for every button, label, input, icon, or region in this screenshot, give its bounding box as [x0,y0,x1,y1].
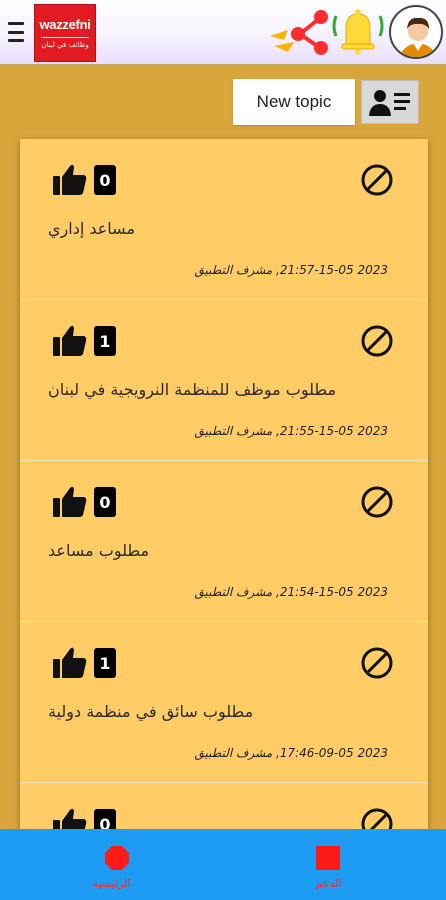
bottom-navigation: الرئيسية الدعم [0,829,446,900]
person-list-icon [369,90,410,116]
topic-card[interactable]: 1 مطلوب سائق في منظمة دولية 2023 17:46-0… [20,622,428,783]
topic-title[interactable]: مساعد إداري [48,219,388,238]
like-count: 1 [94,648,116,678]
topic-meta: 2023 17:46-09-05, مشرف التطبيق [48,746,388,760]
like-count: 0 [94,165,116,195]
nav-label-home: الرئيسية [92,877,131,890]
topic-title[interactable]: مطلوب سائق في منظمة دولية [48,702,388,721]
app-logo[interactable]: wazzefni وظائف في لبنان [34,4,96,62]
nav-item-support[interactable]: الدعم [223,829,446,900]
home-icon [105,846,129,870]
topic-meta: 2023 21:54-15-05, مشرف التطبيق [48,585,388,599]
block-icon[interactable] [360,324,394,358]
thumbs-up-icon[interactable] [52,161,88,197]
topic-date: 2023 21:55-15-05 [279,424,388,438]
meta-separator: , [272,263,280,277]
meta-separator: , [272,746,280,760]
profile-list-button[interactable] [361,80,419,124]
topic-title[interactable]: مطلوب مساعد [48,541,388,560]
meta-separator: , [272,424,280,438]
topic-date: 2023 17:46-09-05 [279,746,388,760]
like-count: 1 [94,326,116,356]
logo-subtitle: وظائف في لبنان [41,36,89,50]
thumbs-up-icon[interactable] [52,644,88,680]
topic-meta: 2023 21:55-15-05, مشرف التطبيق [48,424,388,438]
topic-author: مشرف التطبيق [194,746,273,760]
topic-card[interactable]: 0 [20,783,428,829]
topic-card[interactable]: 0 مطلوب مساعد 2023 21:54-15-05, مشرف الت… [20,461,428,622]
topic-card[interactable]: 1 مطلوب موظف للمنظمة النرويجية في لبنان … [20,300,428,461]
share-icon[interactable] [268,6,332,58]
block-icon[interactable] [360,485,394,519]
block-icon[interactable] [360,807,394,829]
topic-author: مشرف التطبيق [194,263,273,277]
avatar[interactable] [389,5,443,59]
topic-title[interactable]: مطلوب موظف للمنظمة النرويجية في لبنان [48,380,388,399]
topic-date: 2023 21:57-15-05 [279,263,388,277]
topic-card[interactable]: 0 مساعد إداري 2023 21:57-15-05, مشرف الت… [20,139,428,300]
nav-item-home[interactable]: الرئيسية [0,829,223,900]
topic-author: مشرف التطبيق [194,585,273,599]
logo-title: wazzefni [39,16,91,32]
block-icon[interactable] [360,646,394,680]
topic-date: 2023 21:54-15-05 [279,585,388,599]
avatar-person-icon [399,17,437,57]
thumbs-up-icon[interactable] [52,322,88,358]
topics-list: 0 مساعد إداري 2023 21:57-15-05, مشرف الت… [20,139,428,829]
thumbs-up-icon[interactable] [52,805,88,829]
top-app-bar: wazzefni وظائف في لبنان [0,0,446,66]
menu-icon[interactable] [8,22,24,42]
like-count: 0 [94,487,116,517]
topic-meta: 2023 21:57-15-05, مشرف التطبيق [48,263,388,277]
like-count: 0 [94,809,116,829]
bell-icon[interactable] [330,4,386,56]
meta-separator: , [272,585,280,599]
topic-author: مشرف التطبيق [194,424,273,438]
support-icon [316,846,340,870]
nav-label-support: الدعم [315,877,342,890]
thumbs-up-icon[interactable] [52,483,88,519]
new-topic-button[interactable]: New topic [233,79,355,125]
block-icon[interactable] [360,163,394,197]
